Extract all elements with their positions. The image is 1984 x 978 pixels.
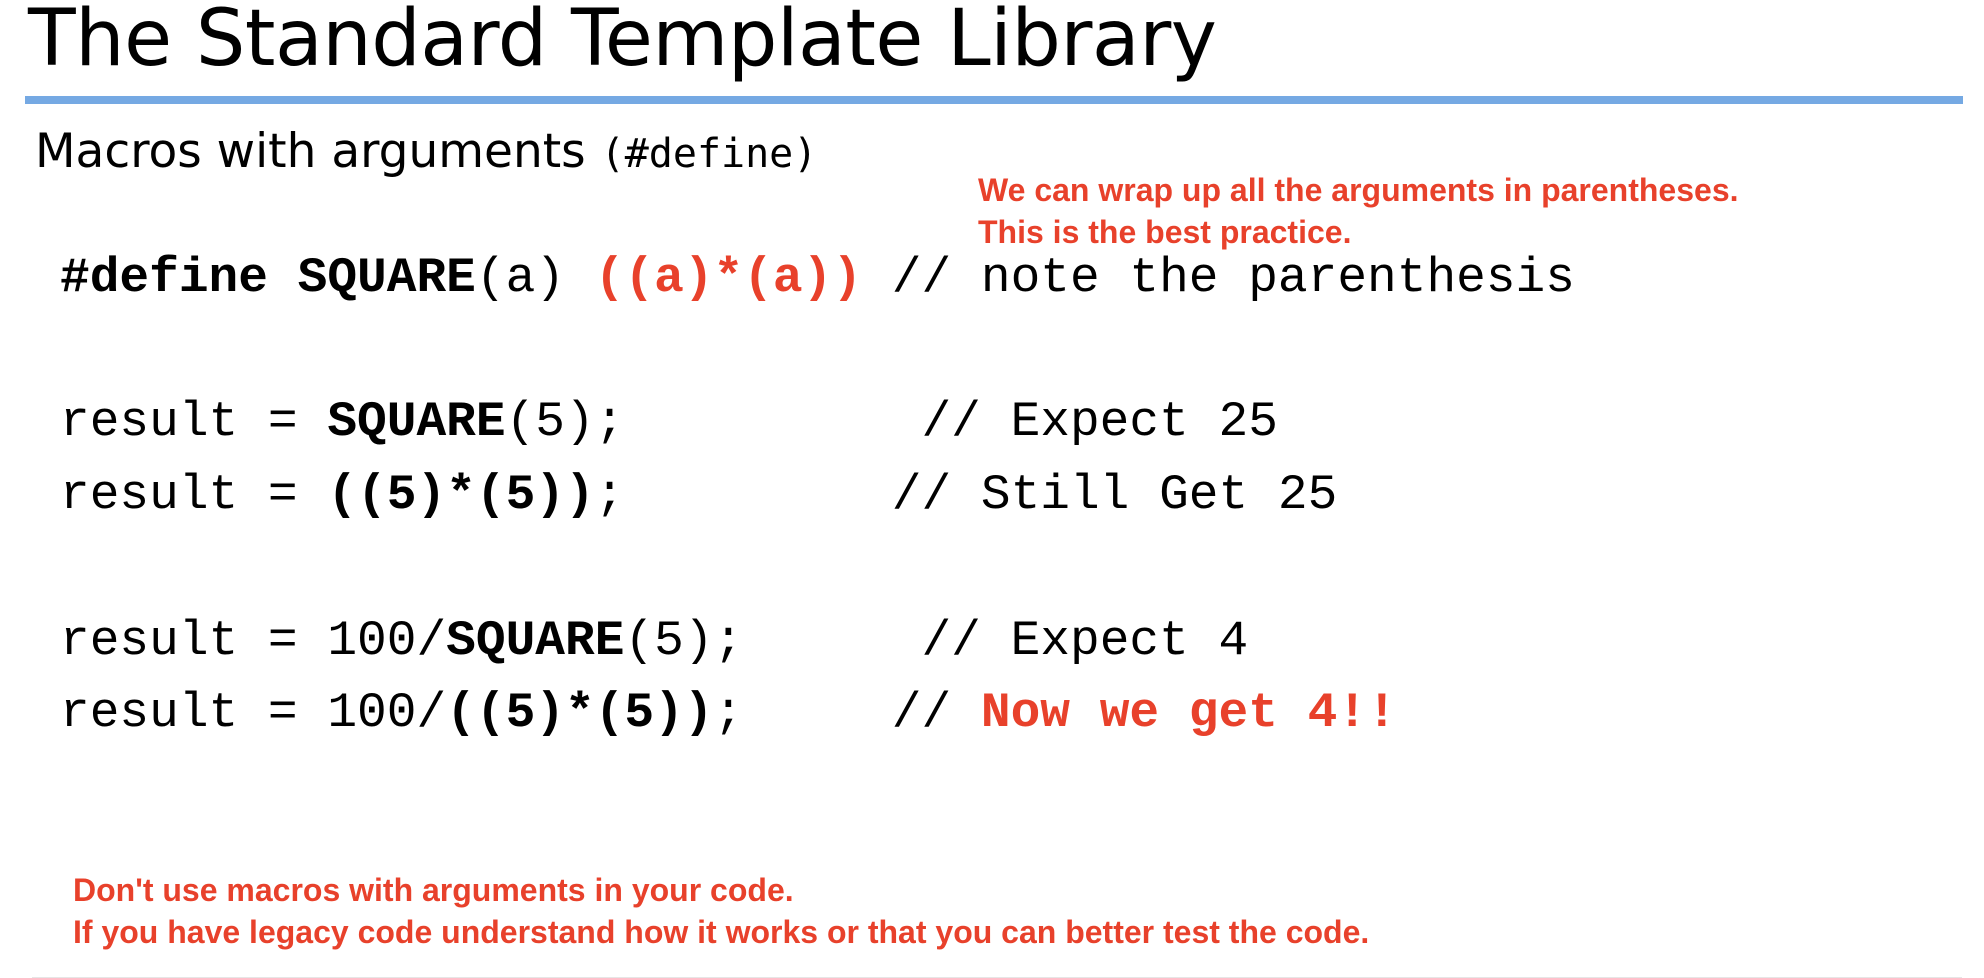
- code-segment: // Still Get 25: [624, 467, 1338, 523]
- slide-title: The Standard Template Library: [28, 0, 1217, 84]
- subtitle-code: (#define): [600, 131, 818, 177]
- annotation-best-practice: We can wrap up all the arguments in pare…: [978, 169, 1739, 253]
- code-segment: ((5)*(5)): [327, 467, 595, 523]
- code-line: result = 100/((5)*(5)); // Now we get 4!…: [60, 688, 1397, 739]
- annotation-line: This is the best practice.: [978, 214, 1352, 250]
- code-line: #define SQUARE(a) ((a)*(a)) // note the …: [60, 253, 1575, 304]
- code-segment: ;: [713, 685, 744, 741]
- code-segment: // Expect 4: [743, 613, 1249, 669]
- code-segment: //: [743, 685, 981, 741]
- code-segment: (5);: [624, 613, 744, 669]
- subtitle-text: Macros with arguments: [35, 124, 586, 179]
- code-segment: // note the parenthesis: [862, 250, 1575, 306]
- code-segment: SQUARE: [327, 394, 506, 450]
- annotation-warning: Don't use macros with arguments in your …: [73, 869, 1369, 953]
- code-segment: ((a)*(a)): [594, 250, 863, 306]
- code-segment: SQUARE: [446, 613, 625, 669]
- annotation-line: We can wrap up all the arguments in pare…: [978, 172, 1739, 208]
- code-segment: ((5)*(5)): [446, 685, 714, 741]
- code-segment: result = 100/: [60, 685, 447, 741]
- title-divider: [25, 96, 1963, 104]
- slide-subtitle: Macros with arguments (#define): [35, 124, 817, 179]
- code-line: result = ((5)*(5)); // Still Get 25: [60, 470, 1337, 521]
- code-segment: (5);: [505, 394, 625, 450]
- annotation-line: If you have legacy code understand how i…: [73, 914, 1370, 950]
- code-segment: result =: [60, 394, 328, 450]
- slide: The Standard Template Library Macros wit…: [0, 0, 1984, 978]
- code-segment: Now we get 4!!: [980, 685, 1397, 741]
- code-line: result = SQUARE(5); // Expect 25: [60, 397, 1278, 448]
- code-segment: ;: [594, 467, 625, 523]
- code-segment: (a): [475, 250, 595, 306]
- code-segment: // Expect 25: [624, 394, 1278, 450]
- code-segment: result = 100/: [60, 613, 447, 669]
- code-segment: #define SQUARE: [60, 250, 476, 306]
- code-segment: result =: [60, 467, 328, 523]
- code-line: result = 100/SQUARE(5); // Expect 4: [60, 616, 1248, 667]
- annotation-line: Don't use macros with arguments in your …: [73, 872, 794, 908]
